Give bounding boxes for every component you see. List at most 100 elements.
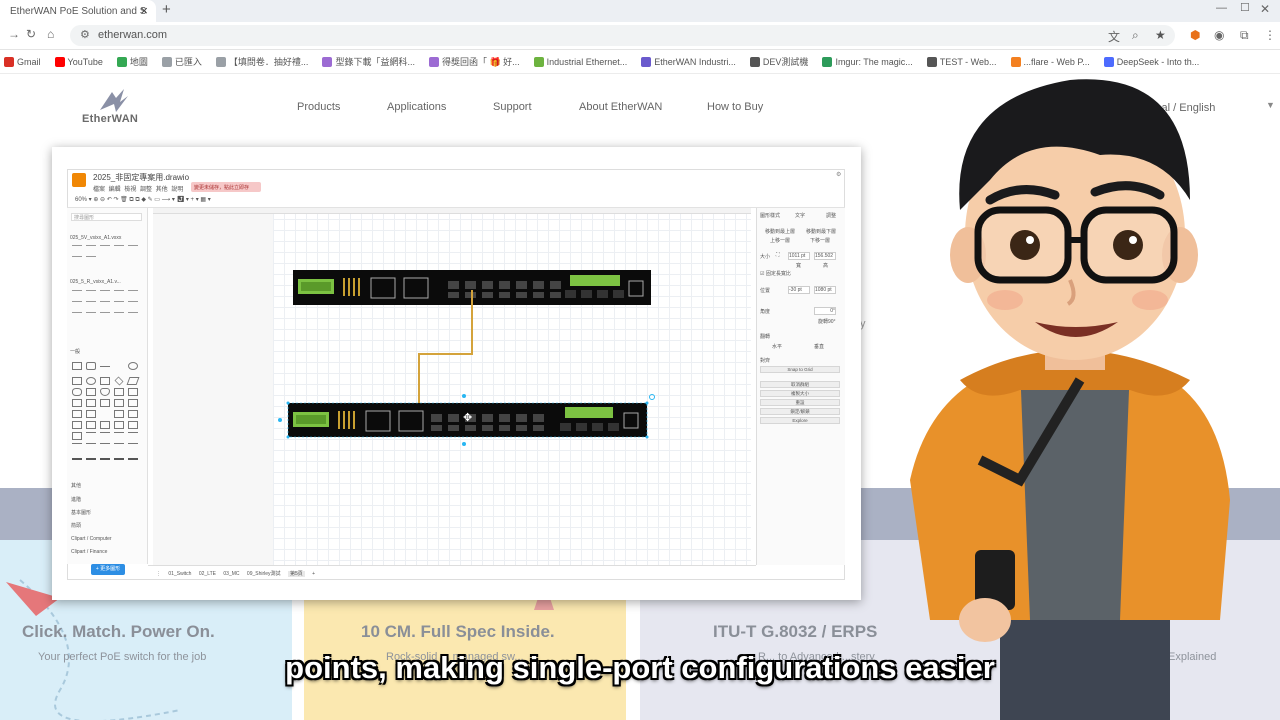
page-tab-1[interactable]: 01_Switch (168, 571, 191, 577)
angle-input[interactable]: 0° (814, 307, 836, 315)
width-label: 寬 (796, 263, 802, 269)
page-menu-icon[interactable]: ⋮ (156, 571, 161, 577)
browser-tab[interactable]: EtherWAN PoE Solution and S × (0, 0, 156, 22)
move-back-button[interactable]: 移動到最下層 (806, 228, 836, 235)
y-input[interactable]: 1080 pt (814, 286, 836, 294)
site-info-icon[interactable]: ⚙ (80, 28, 90, 41)
page-tab-4[interactable]: 09_Shirley測試 (247, 571, 281, 577)
extensions-puzzle-icon[interactable]: ⧉ (1240, 28, 1249, 43)
nav-applications[interactable]: Applications (387, 101, 446, 113)
library-title-3[interactable]: 一般 (70, 348, 80, 355)
resize-icon[interactable]: ⛶ (776, 252, 780, 258)
up-one-button[interactable]: 上移一層 (770, 237, 790, 244)
window-maximize-icon[interactable]: ☐ (1240, 1, 1250, 14)
reload-icon[interactable]: ↻ (26, 27, 36, 41)
bookmark-label: 得獎回函「 🎁 好... (441, 57, 520, 67)
tab-strip (0, 0, 1280, 22)
move-cursor-icon: ✥ (463, 412, 473, 424)
down-one-button[interactable]: 下移一層 (810, 237, 830, 244)
video-caption: points, making single-port configuration… (285, 650, 995, 685)
extension-icon[interactable]: ⬢ (1190, 28, 1200, 42)
drawio-toolbar[interactable]: 60% ▾ ⊕ ⊖ ↶ ↷ 🗑 ⧉ ⧉ ◆ ✎ ▭ ⟶ ▾ ⤴ ▾ + ▾ ▦ … (67, 194, 845, 208)
unsaved-warning[interactable]: 變更未儲存，點此立即存 (191, 182, 261, 192)
width-input[interactable]: 1011 pt (788, 252, 810, 260)
bookmark-star-icon[interactable]: ★ (1155, 28, 1166, 42)
general-shapes[interactable] (72, 362, 140, 466)
flip-horizontal-button[interactable]: 水平 (772, 343, 782, 350)
tab-text[interactable]: 文字 (795, 212, 805, 219)
bookmark-item[interactable]: Gmail (4, 56, 41, 67)
x-input[interactable]: -30 pt (788, 286, 810, 294)
bookmark-item[interactable]: 得獎回函「 🎁 好... (428, 55, 520, 68)
rotate-button[interactable]: 旋轉90° (818, 318, 836, 325)
nav-how-to-buy[interactable]: How to Buy (707, 101, 763, 113)
tab-arrange[interactable]: 調整 (826, 212, 836, 219)
camera-icon[interactable]: ◉ (1214, 28, 1224, 42)
more-shapes-button[interactable]: + 更多圖形 (91, 564, 125, 575)
drawio-menubar[interactable]: 檔案 編輯 檢視 調整 其他 說明 (93, 184, 183, 193)
bookmark-item[interactable]: 【填問卷．抽好禮... (215, 55, 308, 68)
zoom-icon[interactable]: ⌕ (1132, 28, 1139, 43)
menu-icon[interactable]: ⋮ (1264, 28, 1276, 42)
category-3[interactable]: 基本圖形 (71, 509, 91, 516)
move-front-button[interactable]: 移動到最上層 (765, 228, 795, 235)
angle-label: 角度 (760, 309, 771, 315)
page-tab-3[interactable]: 03_MC (223, 571, 239, 577)
category-6[interactable]: Clipart / Finance (71, 549, 107, 555)
lock-unlock-button[interactable]: 鎖定/解鎖 (760, 408, 840, 415)
height-input[interactable]: 156.502 (814, 252, 836, 260)
bookmark-item[interactable]: Industrial Ethernet... (533, 56, 628, 67)
page-tab-2[interactable]: 02_LTE (199, 571, 216, 577)
category-5[interactable]: Clipart / Computer (71, 536, 112, 542)
ungroup-button[interactable]: 取消群組 (760, 381, 840, 388)
shape-search-input[interactable]: 搜尋圖形 (71, 213, 142, 221)
bookmark-favicon-icon (533, 56, 544, 67)
library-title-2[interactable]: 025_5_R_vsixx_A1.v... (70, 279, 121, 285)
nav-support[interactable]: Support (493, 101, 532, 113)
copy-size-button[interactable]: 複製大小 (760, 390, 840, 397)
bookmark-item[interactable]: YouTube (54, 56, 103, 67)
bookmark-item[interactable]: EtherWAN Industri... (641, 56, 736, 67)
bookmark-favicon-icon (4, 56, 14, 67)
address-bar[interactable] (70, 25, 1175, 46)
category-2[interactable]: 進階 (71, 496, 81, 503)
tab-style[interactable]: 圖形樣式 (760, 212, 780, 219)
reset-button[interactable]: 重設 (760, 399, 840, 406)
drawio-page-grid[interactable] (273, 208, 751, 565)
drawio-settings-icon[interactable]: ⚙ (836, 171, 841, 178)
bookmark-label: EtherWAN Industri... (654, 56, 736, 67)
flip-label: 翻轉 (760, 334, 771, 340)
library-shapes-2[interactable] (72, 290, 139, 320)
bookmark-label: YouTube (67, 56, 103, 67)
category-4[interactable]: 箭頭 (71, 522, 81, 529)
explore-button[interactable]: Explore (760, 417, 840, 424)
bookmark-favicon-icon (428, 56, 439, 67)
bookmark-item[interactable]: 地圖 (116, 55, 148, 68)
home-icon[interactable]: ⌂ (47, 27, 54, 41)
page-tab-5[interactable]: 第5頁 (287, 571, 305, 577)
nav-products[interactable]: Products (297, 101, 340, 113)
bookmark-item[interactable]: 型錄下載「益網科... (322, 55, 415, 68)
flip-vertical-button[interactable]: 垂直 (814, 343, 824, 350)
bookmark-item[interactable]: DEV測試機 (749, 55, 808, 68)
new-tab-button[interactable]: + (162, 0, 178, 22)
add-page-button[interactable]: + (312, 571, 315, 577)
bookmark-label: Industrial Ethernet... (546, 56, 628, 67)
back-icon[interactable]: → (8, 27, 20, 41)
window-minimize-icon[interactable]: — (1216, 2, 1227, 14)
bookmark-favicon-icon (116, 56, 127, 67)
nav-about[interactable]: About EtherWAN (579, 101, 662, 113)
bookmark-item[interactable]: 已匯入 (161, 55, 202, 68)
card-title-1: Click. Match. Power On. (22, 622, 215, 641)
snap-to-grid-button[interactable]: Snap to Grid (760, 366, 840, 373)
window-close-icon[interactable]: ✕ (1260, 2, 1270, 16)
tab-close-icon[interactable]: × (140, 3, 148, 18)
library-title-1[interactable]: 025_5V_vsixx_A1.vsxx (70, 235, 121, 241)
constrain-checkbox[interactable]: ☑ 固定長寬比 (760, 270, 791, 277)
category-1[interactable]: 其他 (71, 482, 81, 489)
translate-icon[interactable]: 文 (1108, 28, 1120, 45)
drawio-filename[interactable]: 2025_非固定專案用.drawio (93, 172, 189, 183)
library-shapes-1[interactable] (72, 245, 139, 264)
size-label: 大小 (760, 254, 771, 260)
bookmark-favicon-icon (161, 56, 172, 67)
